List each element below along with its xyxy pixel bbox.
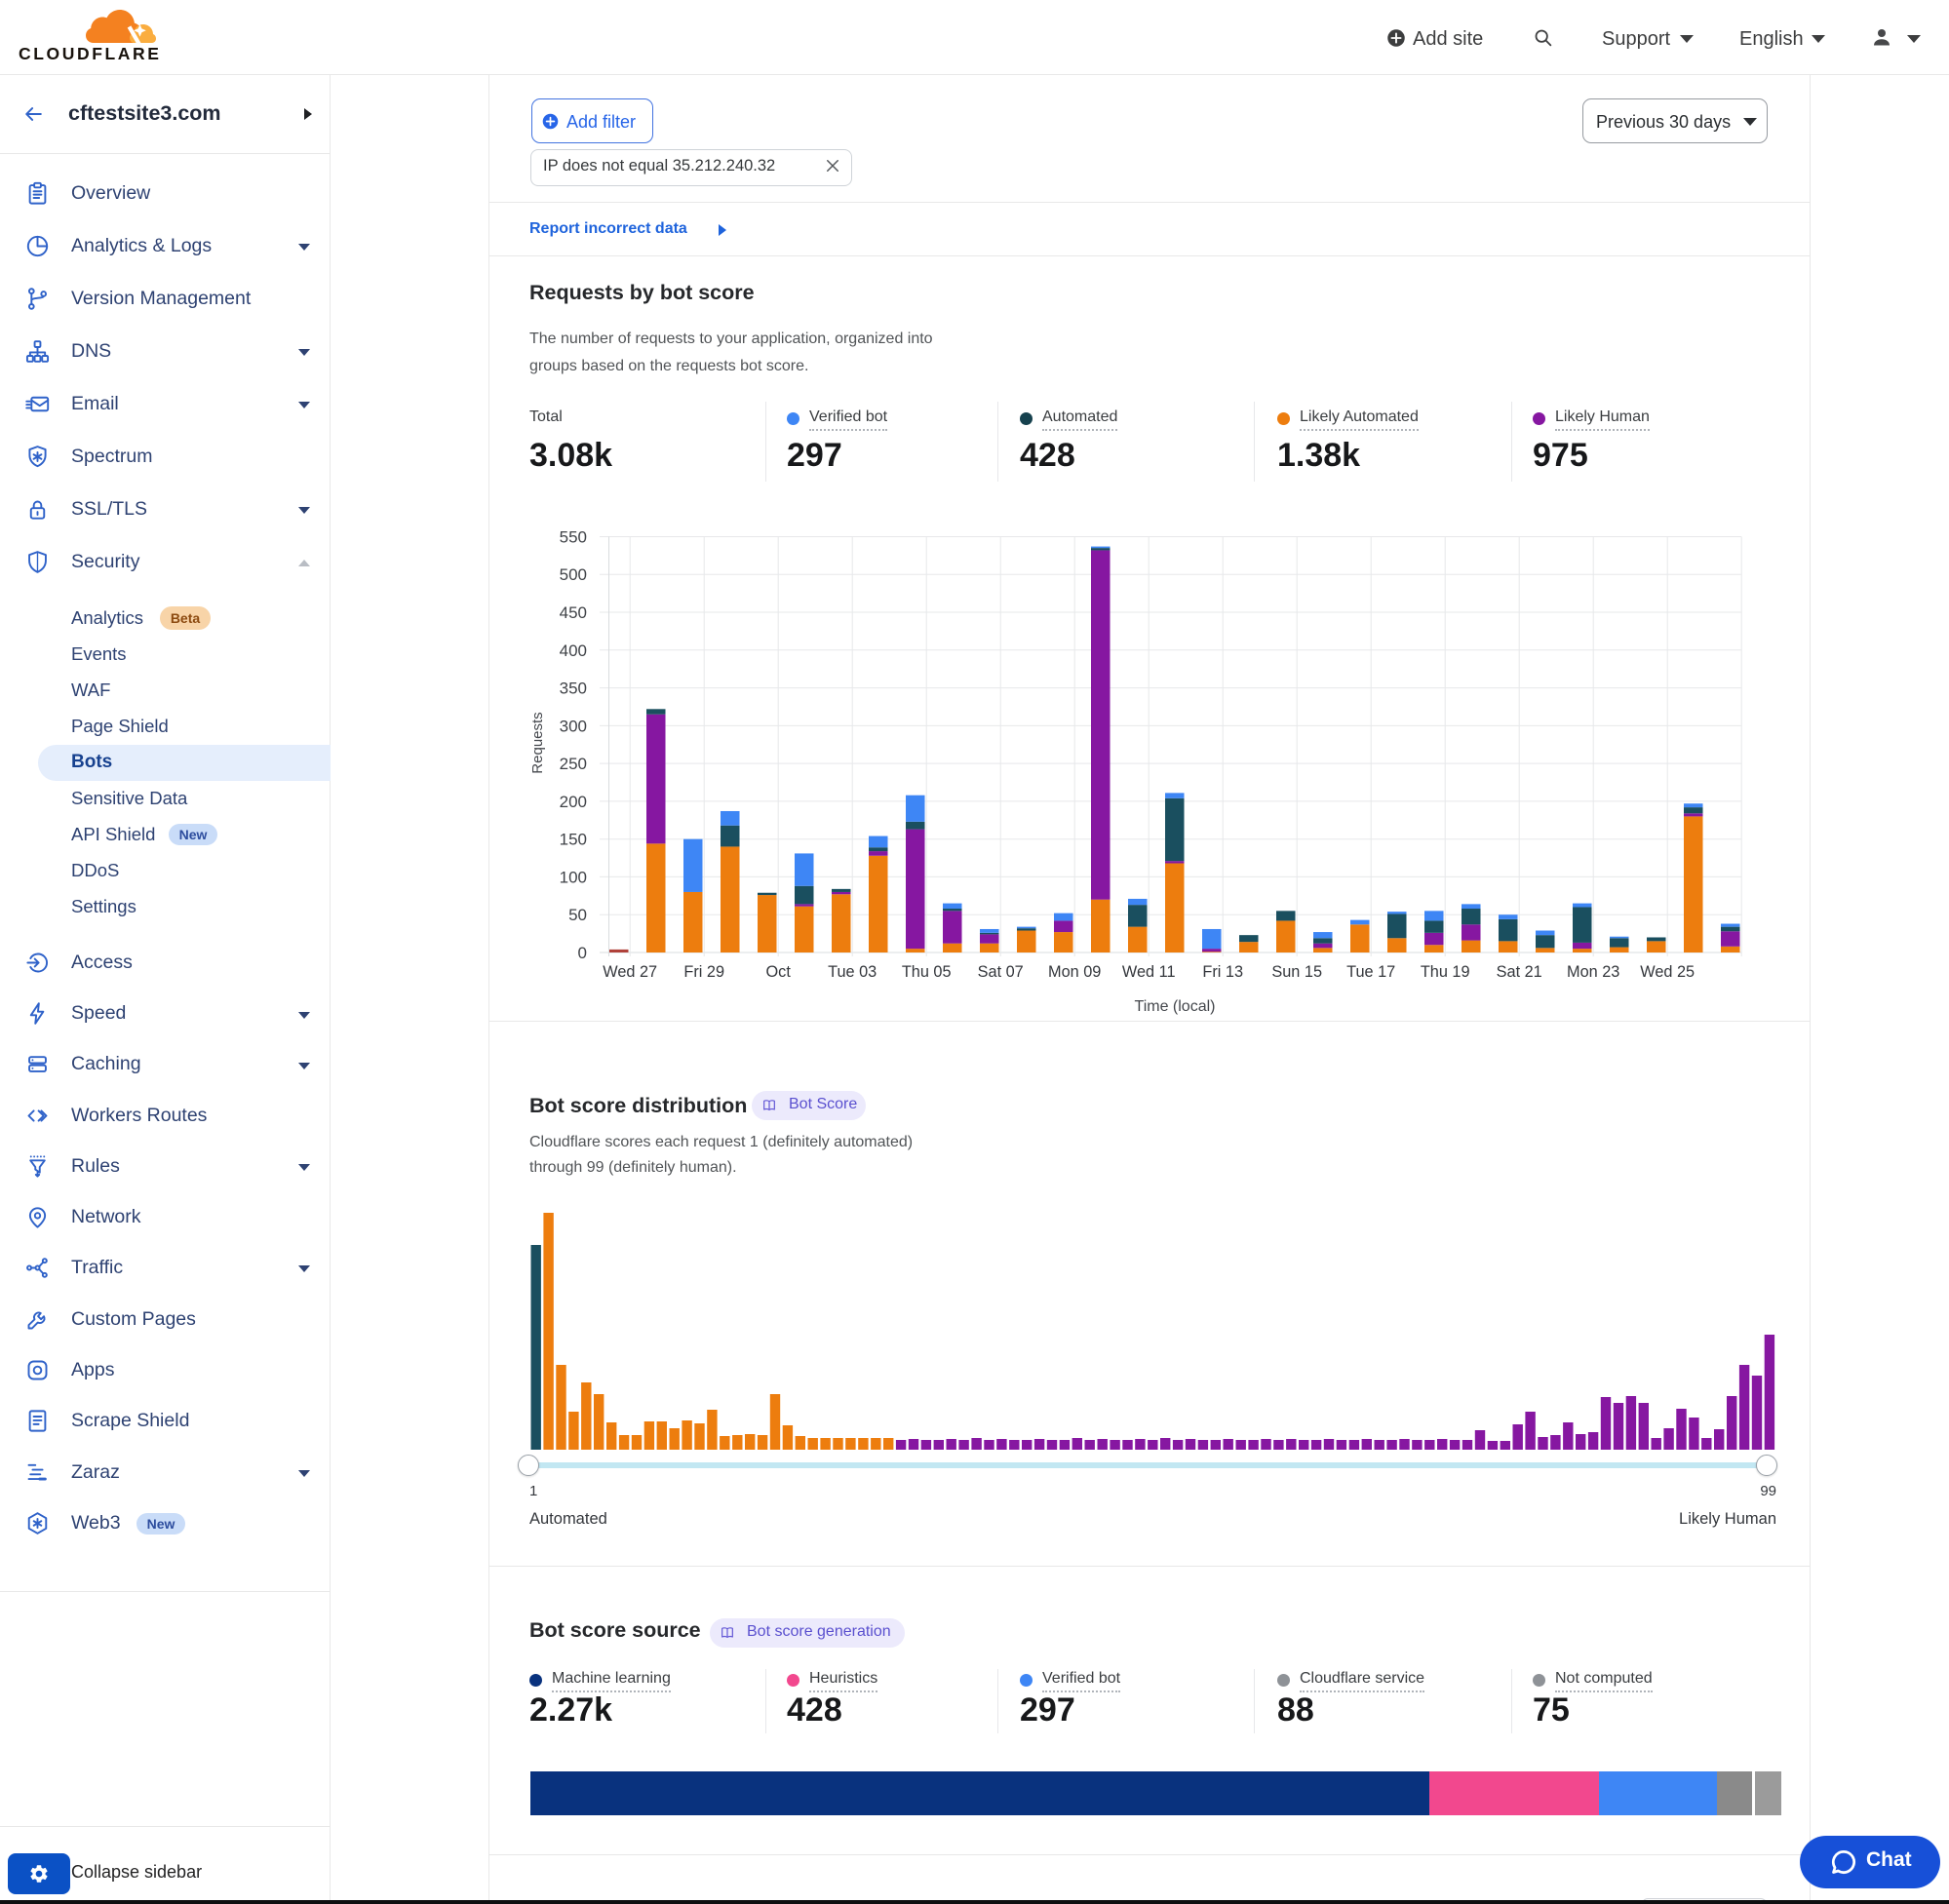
svg-text:Sun 15: Sun 15 — [1271, 963, 1322, 981]
svg-text:Wed 11: Wed 11 — [1122, 963, 1176, 981]
svg-text:450: 450 — [560, 603, 587, 622]
svg-text:Requests: Requests — [529, 712, 546, 773]
svg-text:100: 100 — [560, 868, 587, 886]
svg-text:Mon 09: Mon 09 — [1048, 963, 1101, 981]
svg-text:200: 200 — [560, 793, 587, 811]
svg-text:Fri 13: Fri 13 — [1202, 963, 1243, 981]
svg-text:Thu 05: Thu 05 — [902, 963, 952, 981]
svg-text:Sat 07: Sat 07 — [978, 963, 1024, 981]
svg-text:Wed 25: Wed 25 — [1640, 963, 1695, 981]
svg-text:Time (local): Time (local) — [1135, 998, 1216, 1015]
svg-text:Tue 17: Tue 17 — [1346, 963, 1395, 981]
svg-text:500: 500 — [560, 565, 587, 584]
svg-text:Oct: Oct — [766, 963, 792, 981]
svg-text:Mon 23: Mon 23 — [1567, 963, 1619, 981]
svg-text:150: 150 — [560, 831, 587, 849]
svg-text:250: 250 — [560, 755, 587, 773]
svg-text:Fri 29: Fri 29 — [683, 963, 724, 981]
svg-text:0: 0 — [578, 944, 587, 962]
svg-text:350: 350 — [560, 680, 587, 698]
svg-text:400: 400 — [560, 641, 587, 660]
svg-text:300: 300 — [560, 717, 587, 735]
svg-text:50: 50 — [568, 906, 587, 924]
svg-text:Tue 03: Tue 03 — [828, 963, 877, 981]
svg-text:Thu 19: Thu 19 — [1421, 963, 1470, 981]
svg-text:Wed 27: Wed 27 — [603, 963, 657, 981]
svg-text:550: 550 — [560, 528, 587, 547]
svg-text:Sat 21: Sat 21 — [1497, 963, 1542, 981]
